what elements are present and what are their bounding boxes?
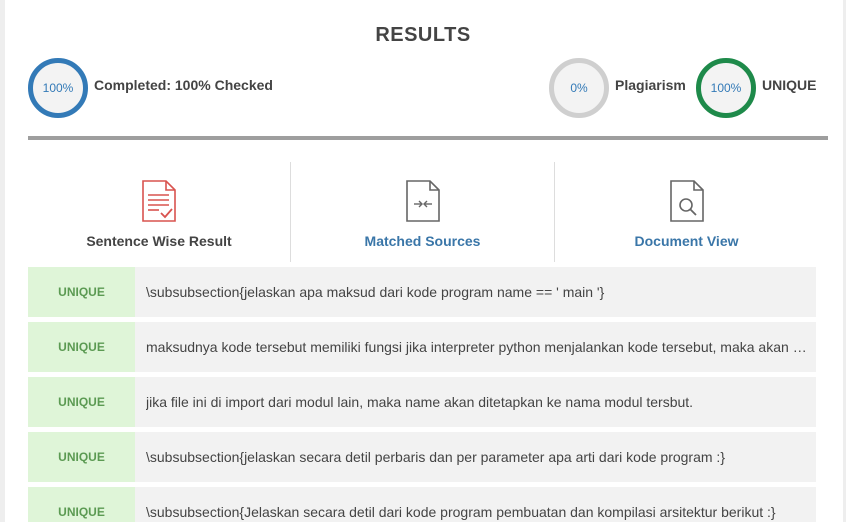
completed-progress-circle: 100% — [28, 58, 88, 118]
document-check-icon — [140, 180, 178, 222]
unique-badge: UNIQUE — [28, 322, 135, 372]
tab-matched-sources-label: Matched Sources — [364, 233, 481, 249]
unique-progress-circle: 100% — [696, 58, 756, 118]
unique-badge: UNIQUE — [28, 267, 135, 317]
tab-matched-sources[interactable]: Matched Sources — [291, 162, 554, 262]
result-row: UNIQUE \subsubsection{jelaskan apa maksu… — [28, 267, 816, 317]
frame-border-left — [0, 0, 5, 522]
result-sentence: \subsubsection{jelaskan secara detil per… — [146, 449, 725, 465]
result-sentence: \subsubsection{jelaskan apa maksud dari … — [146, 284, 605, 300]
page-title: RESULTS — [375, 24, 471, 46]
unique-badge: UNIQUE — [28, 432, 135, 482]
result-sentence: jika file ini di import dari modul lain,… — [146, 394, 694, 410]
plagiarism-progress-circle: 0% — [549, 58, 609, 118]
tab-sentence-wise-result[interactable]: Sentence Wise Result — [28, 162, 290, 262]
plagiarism-label: Plagiarism — [615, 77, 686, 93]
document-compare-icon — [404, 180, 442, 222]
completed-label: Completed: 100% Checked — [94, 77, 273, 93]
unique-label: UNIQUE — [762, 77, 817, 93]
document-search-icon — [668, 180, 706, 222]
unique-badge: UNIQUE — [28, 487, 135, 522]
result-row: UNIQUE maksudnya kode tersebut memiliki … — [28, 322, 816, 372]
result-row: UNIQUE jika file ini di import dari modu… — [28, 377, 816, 427]
result-sentence: \subsubsection{Jelaskan secara detil dar… — [146, 504, 776, 520]
result-row: UNIQUE \subsubsection{jelaskan secara de… — [28, 432, 816, 482]
unique-badge: UNIQUE — [28, 377, 135, 427]
result-row: UNIQUE \subsubsection{Jelaskan secara de… — [28, 487, 816, 522]
tab-document-view[interactable]: Document View — [555, 162, 818, 262]
tab-sentence-wise-result-label: Sentence Wise Result — [86, 233, 232, 249]
progress-bar — [28, 136, 828, 140]
result-sentence: maksudnya kode tersebut memiliki fungsi … — [146, 339, 814, 355]
tab-document-view-label: Document View — [634, 233, 739, 249]
